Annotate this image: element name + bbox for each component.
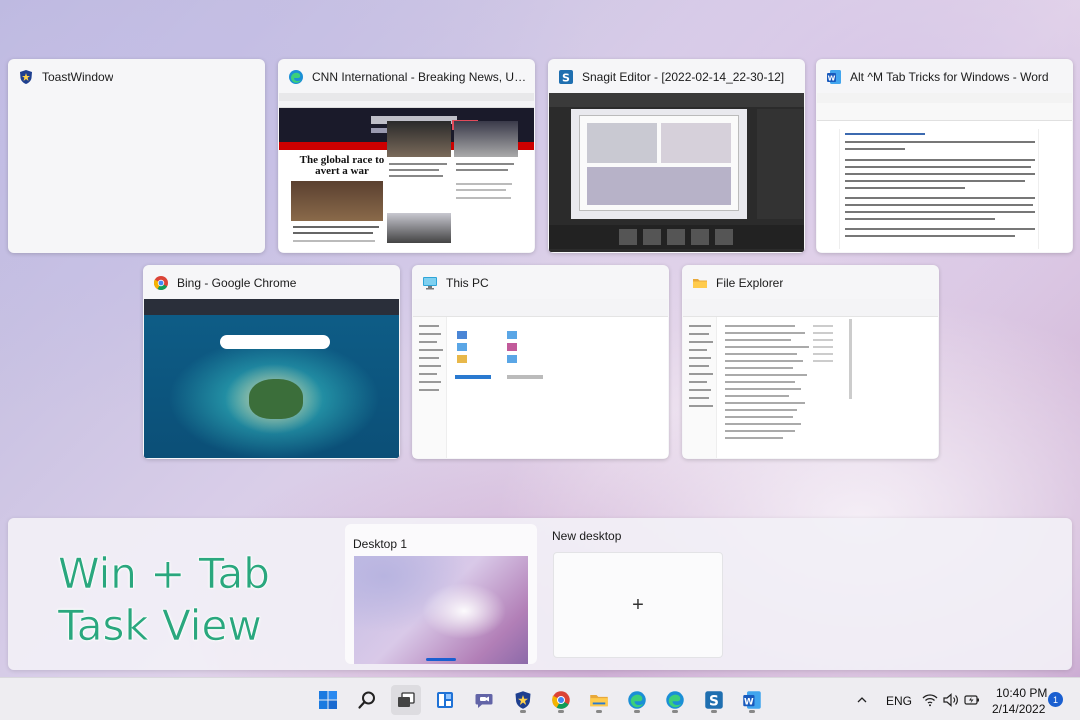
shield-app-icon xyxy=(18,69,34,85)
window-title: Snagit Editor - [2022-02-14_22-30-12] xyxy=(582,70,785,84)
plus-icon: + xyxy=(632,593,644,616)
window-title: CNN International - Breaking News, US... xyxy=(312,70,527,84)
edge-icon xyxy=(288,69,304,85)
desktop-1-thumbnail[interactable]: Desktop 1 xyxy=(345,524,537,664)
word-icon[interactable]: W xyxy=(737,685,767,715)
language-indicator[interactable]: ENG xyxy=(886,694,912,708)
window-card-bing-chrome[interactable]: Bing - Google Chrome xyxy=(143,265,400,459)
window-card-toastwindow[interactable]: ToastWindow xyxy=(8,59,265,253)
window-title-bar: Bing - Google Chrome xyxy=(153,274,392,292)
window-title: Alt ^M Tab Tricks for Windows - Word xyxy=(850,70,1049,84)
window-card-snagit[interactable]: S Snagit Editor - [2022-02-14_22-30-12] xyxy=(548,59,805,253)
window-title-bar: This PC xyxy=(422,274,661,292)
window-thumbnail xyxy=(549,93,804,252)
window-title-bar: ToastWindow xyxy=(18,68,257,86)
window-title: File Explorer xyxy=(716,276,784,290)
volume-icon[interactable] xyxy=(941,685,961,715)
window-card-word[interactable]: W Alt ^M Tab Tricks for Windows - Word xyxy=(816,59,1073,253)
start-icon[interactable] xyxy=(313,685,343,715)
svg-text:W: W xyxy=(744,697,754,707)
chrome-icon[interactable] xyxy=(546,685,576,715)
snagit-icon: S xyxy=(558,69,574,85)
search-icon[interactable] xyxy=(352,685,382,715)
window-title-bar: CNN International - Breaking News, US... xyxy=(288,68,527,86)
thumbnail-headline: The global race to avert a war xyxy=(299,154,385,177)
window-title-bar: S Snagit Editor - [2022-02-14_22-30-12] xyxy=(558,68,797,86)
teams-chat-icon[interactable] xyxy=(469,685,499,715)
window-title-bar: File Explorer xyxy=(692,274,931,292)
task-view-icon[interactable] xyxy=(391,685,421,715)
window-thumbnail xyxy=(144,299,399,458)
svg-text:S: S xyxy=(709,694,719,710)
word-icon: W xyxy=(826,69,842,85)
window-card-this-pc[interactable]: This PC xyxy=(412,265,669,459)
window-card-file-explorer[interactable]: File Explorer xyxy=(682,265,939,459)
chrome-icon xyxy=(153,275,169,291)
taskbar: S W ENG 10:40 PM 2/14/2022 xyxy=(0,677,1080,720)
this-pc-icon xyxy=(422,275,438,291)
virtual-desktops-panel: Win + Tab Task View Desktop 1 New deskto… xyxy=(8,518,1072,670)
shield-app-icon[interactable] xyxy=(508,685,538,715)
desktop-label: Desktop 1 xyxy=(353,537,408,551)
window-thumbnail xyxy=(817,93,1072,252)
snagit-icon[interactable]: S xyxy=(699,685,729,715)
folder-icon xyxy=(692,275,708,291)
svg-text:S: S xyxy=(562,72,570,85)
edge-icon[interactable] xyxy=(622,685,652,715)
window-thumbnail: The global race to avert a war xyxy=(279,93,534,252)
widgets-icon[interactable] xyxy=(430,685,460,715)
wifi-icon[interactable] xyxy=(920,685,940,715)
overlay-caption: Win + Tab Task View xyxy=(58,548,328,652)
battery-icon[interactable] xyxy=(962,685,982,715)
overlay-line-2: Task View xyxy=(58,601,262,651)
window-title: ToastWindow xyxy=(42,70,114,84)
overlay-line-1: Win + Tab xyxy=(58,549,270,599)
window-card-cnn[interactable]: CNN International - Breaking News, US...… xyxy=(278,59,535,253)
desktop-preview xyxy=(354,556,528,664)
window-title: This PC xyxy=(446,276,489,290)
notification-badge[interactable]: 1 xyxy=(1048,692,1063,707)
file-explorer-icon[interactable] xyxy=(584,685,614,715)
chevron-up-icon[interactable] xyxy=(852,685,872,715)
clock-time[interactable]: 10:40 PM xyxy=(996,686,1047,700)
window-title-bar: W Alt ^M Tab Tricks for Windows - Word xyxy=(826,68,1065,86)
window-title: Bing - Google Chrome xyxy=(177,276,297,290)
new-desktop-button[interactable]: + xyxy=(553,552,723,658)
clock-date[interactable]: 2/14/2022 xyxy=(992,702,1045,716)
edge-icon[interactable] xyxy=(660,685,690,715)
window-thumbnail xyxy=(683,299,938,458)
new-desktop-label: New desktop xyxy=(552,529,622,543)
svg-text:W: W xyxy=(828,75,836,83)
active-desktop-indicator xyxy=(426,658,456,661)
window-thumbnail xyxy=(413,299,668,458)
